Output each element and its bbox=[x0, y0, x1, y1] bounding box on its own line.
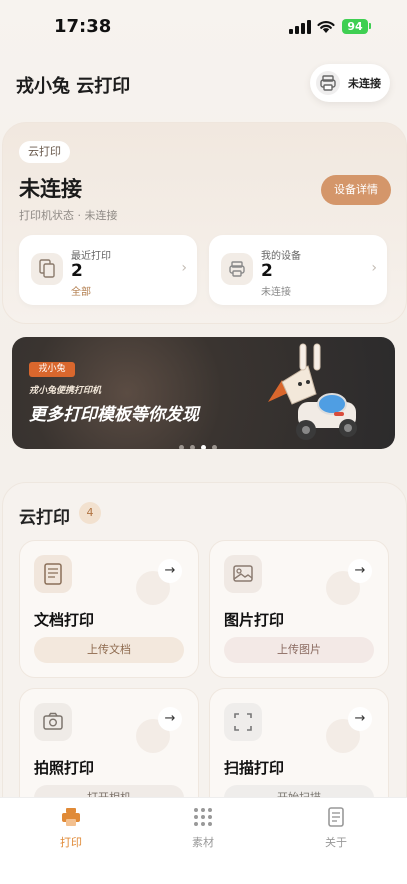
tab-materials[interactable]: 素材 bbox=[173, 806, 233, 850]
printer-status-card: 云打印 未连接 打印机状态 · 未连接 设备详情 最近打印 2 全部 › 我的设… bbox=[2, 122, 407, 324]
document-icon bbox=[34, 555, 72, 593]
recent-prints-sub: 全部 bbox=[71, 287, 91, 298]
status-time: 17:38 bbox=[54, 16, 112, 37]
tab-about[interactable]: 关于 bbox=[306, 806, 366, 850]
my-devices-sub: 未连接 bbox=[261, 287, 291, 298]
my-devices-count: 2 bbox=[261, 261, 273, 281]
scan-print-title: 扫描打印 bbox=[224, 759, 285, 777]
printer-icon bbox=[316, 71, 340, 95]
status-bar: 17:38 94 bbox=[0, 0, 407, 54]
image-print-card[interactable]: → 图片打印 上传图片 bbox=[209, 540, 389, 678]
image-icon bbox=[224, 555, 262, 593]
documents-icon bbox=[31, 253, 63, 285]
section-title: 云打印 bbox=[19, 508, 70, 528]
arrow-right-icon: → bbox=[158, 559, 182, 583]
document-print-title: 文档打印 bbox=[34, 611, 95, 629]
printer-status-subtitle: 打印机状态 · 未连接 bbox=[19, 209, 118, 222]
app-header: 戎小兔 云打印 未连接 bbox=[0, 60, 407, 106]
section-count-badge: 4 bbox=[79, 502, 101, 524]
page-dot bbox=[212, 445, 217, 449]
tab-materials-label: 素材 bbox=[192, 836, 214, 849]
upload-document-button[interactable]: 上传文档 bbox=[34, 637, 184, 663]
page-dot bbox=[190, 445, 195, 449]
upload-image-button[interactable]: 上传图片 bbox=[224, 637, 374, 663]
tab-print-label: 打印 bbox=[60, 836, 82, 849]
scan-icon bbox=[224, 703, 262, 741]
banner-subtitle: 戎小兔便携打印机 bbox=[29, 386, 102, 396]
app-title: 戎小兔 云打印 bbox=[16, 76, 131, 97]
battery-cap bbox=[369, 23, 371, 29]
arrow-right-icon: → bbox=[348, 707, 372, 731]
battery-icon: 94 bbox=[342, 19, 368, 34]
recent-prints-card[interactable]: 最近打印 2 全部 › bbox=[19, 235, 197, 305]
my-devices-label: 我的设备 bbox=[261, 251, 301, 262]
document-tab-icon bbox=[328, 807, 344, 827]
printer-tab-icon bbox=[62, 808, 80, 826]
image-print-title: 图片打印 bbox=[224, 611, 285, 629]
cloud-print-tag: 云打印 bbox=[19, 141, 70, 163]
grid-dots-icon bbox=[194, 808, 212, 826]
document-print-card[interactable]: → 文档打印 上传文档 bbox=[19, 540, 199, 678]
arrow-right-icon: → bbox=[348, 559, 372, 583]
photo-print-title: 拍照打印 bbox=[34, 759, 95, 777]
wifi-icon bbox=[317, 20, 335, 33]
connection-status-title: 未连接 bbox=[19, 177, 82, 201]
recent-prints-count: 2 bbox=[71, 261, 83, 281]
rabbit-mascot-car-illustration bbox=[268, 343, 357, 440]
page-dot-active bbox=[201, 445, 206, 449]
device-details-button[interactable]: 设备详情 bbox=[321, 175, 391, 205]
my-devices-card[interactable]: 我的设备 2 未连接 › bbox=[209, 235, 387, 305]
banner-title: 更多打印模板等你发现 bbox=[29, 405, 199, 425]
connect-printer-button[interactable]: 未连接 bbox=[310, 64, 390, 102]
bottom-tab-bar: 打印 素材 关于 bbox=[0, 797, 407, 884]
tab-about-label: 关于 bbox=[325, 836, 347, 849]
recent-prints-label: 最近打印 bbox=[71, 251, 111, 262]
camera-icon bbox=[34, 703, 72, 741]
promo-banner[interactable]: 戎小兔 戎小兔便携打印机 更多打印模板等你发现 bbox=[12, 337, 395, 449]
chevron-right-icon: › bbox=[181, 260, 187, 276]
cellular-signal-icon bbox=[289, 20, 311, 34]
connect-label: 未连接 bbox=[348, 77, 381, 90]
page-dot bbox=[179, 445, 184, 449]
banner-pagination bbox=[179, 435, 223, 449]
chevron-right-icon: › bbox=[371, 260, 377, 276]
printer-icon bbox=[221, 253, 253, 285]
banner-tag: 戎小兔 bbox=[29, 362, 75, 377]
arrow-right-icon: → bbox=[158, 707, 182, 731]
tab-print[interactable]: 打印 bbox=[41, 806, 101, 850]
